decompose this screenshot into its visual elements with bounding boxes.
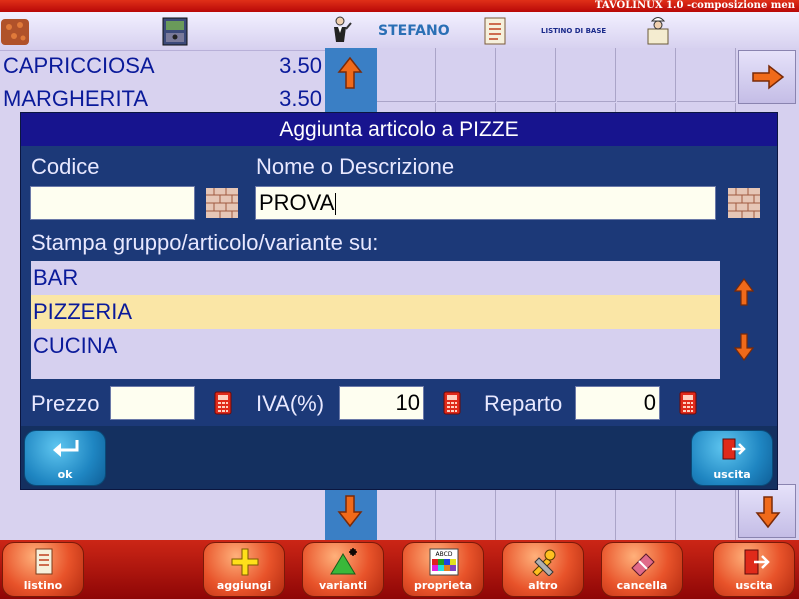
grid-cell[interactable] bbox=[677, 488, 736, 542]
list-up-arrow-icon[interactable] bbox=[734, 277, 754, 307]
plus-icon bbox=[231, 548, 259, 576]
waiter-name: STEFANO bbox=[378, 23, 450, 39]
grid-cell[interactable] bbox=[677, 48, 736, 102]
nome-field[interactable]: PROVA bbox=[255, 186, 716, 220]
svg-text:ABCD: ABCD bbox=[436, 551, 453, 558]
enter-arrow-icon bbox=[53, 440, 79, 457]
prezzo-label: Prezzo bbox=[31, 391, 100, 416]
list-item[interactable]: PIZZERIA bbox=[31, 295, 720, 329]
exit-door-icon bbox=[722, 438, 746, 460]
uscita-dialog-button[interactable]: uscita bbox=[691, 430, 773, 486]
varianti-button[interactable]: varianti bbox=[302, 542, 384, 597]
menu-list-icon[interactable] bbox=[480, 15, 510, 47]
top-toolbar: STEFANO LISTINO DI BASE bbox=[0, 12, 799, 51]
app-title: TAVOLINUX 1.0 -composizione men bbox=[595, 0, 795, 11]
dialog-footer: ok uscita bbox=[21, 426, 777, 489]
add-item-dialog: Aggiunta articolo a PIZZE Codice Nome o … bbox=[20, 112, 778, 490]
grid-cell[interactable] bbox=[617, 488, 676, 542]
altro-button[interactable]: altro bbox=[502, 542, 584, 597]
scroll-down-arrow-icon[interactable] bbox=[337, 494, 363, 528]
grid-scroll-down-button[interactable] bbox=[738, 484, 796, 538]
product-name: MARGHERITA bbox=[3, 86, 149, 111]
cancella-button[interactable]: cancella bbox=[601, 542, 683, 597]
down-arrow-icon bbox=[755, 496, 781, 529]
nome-field-value: PROVA bbox=[259, 190, 335, 215]
list-item[interactable]: CAPRICCIOSA 3.50 bbox=[0, 53, 326, 79]
title-bar: TAVOLINUX 1.0 -composizione men bbox=[0, 0, 799, 12]
chef-icon[interactable] bbox=[643, 15, 673, 47]
text-cursor bbox=[335, 193, 337, 216]
calculator-icon[interactable] bbox=[213, 391, 233, 415]
grid-cell[interactable] bbox=[617, 48, 676, 102]
grid-cell[interactable] bbox=[437, 48, 496, 102]
product-name: CAPRICCIOSA bbox=[3, 53, 155, 78]
listino-button[interactable]: listino bbox=[2, 542, 84, 597]
list-item[interactable]: MARGHERITA 3.50 bbox=[0, 86, 326, 112]
triangle-plus-icon bbox=[330, 548, 357, 575]
printer-list[interactable]: BAR PIZZERIA CUCINA bbox=[31, 261, 720, 379]
menu-list-icon bbox=[35, 548, 53, 575]
uscita-label: uscita bbox=[735, 579, 773, 592]
dialog-title: Aggiunta articolo a PIZZE bbox=[21, 113, 777, 146]
grid-cell[interactable] bbox=[377, 48, 436, 102]
waiter-icon[interactable] bbox=[325, 15, 355, 47]
ok-button[interactable]: ok bbox=[24, 430, 106, 486]
keyboard-brick-icon[interactable] bbox=[728, 188, 760, 218]
product-price: 3.50 bbox=[279, 86, 322, 111]
keyboard-brick-icon[interactable] bbox=[206, 188, 238, 218]
tools-icon bbox=[532, 549, 556, 576]
grid-cell[interactable] bbox=[497, 48, 556, 102]
uscita-label: uscita bbox=[713, 468, 751, 481]
grid-cell[interactable] bbox=[437, 488, 496, 542]
reparto-field[interactable]: 0 bbox=[575, 386, 660, 420]
next-page-button[interactable] bbox=[738, 50, 796, 104]
color-palette-icon: ABCD bbox=[429, 548, 459, 576]
ok-label: ok bbox=[57, 468, 73, 481]
varianti-label: varianti bbox=[318, 579, 368, 592]
listino-label: listino bbox=[23, 579, 63, 592]
scroll-up-arrow-icon[interactable] bbox=[337, 56, 363, 90]
cash-register-icon[interactable] bbox=[160, 15, 190, 47]
list-down-arrow-icon[interactable] bbox=[734, 332, 754, 362]
stampa-label: Stampa gruppo/articolo/variante su: bbox=[31, 230, 379, 255]
aggiungi-label: aggiungi bbox=[216, 579, 272, 592]
nome-label: Nome o Descrizione bbox=[256, 154, 455, 179]
price-list-label: LISTINO DI BASE bbox=[541, 27, 607, 35]
codice-label: Codice bbox=[31, 154, 100, 179]
calculator-icon[interactable] bbox=[442, 391, 462, 415]
right-arrow-icon bbox=[752, 64, 785, 90]
proprieta-button[interactable]: ABCD proprieta bbox=[402, 542, 484, 597]
exit-door-icon bbox=[744, 549, 770, 575]
altro-label: altro bbox=[528, 579, 558, 592]
eraser-icon bbox=[631, 553, 655, 576]
grid-cell[interactable] bbox=[497, 488, 556, 542]
list-item[interactable]: CUCINA bbox=[31, 329, 720, 363]
grid-cell[interactable] bbox=[557, 488, 616, 542]
grid-cell[interactable] bbox=[557, 48, 616, 102]
proprieta-label: proprieta bbox=[413, 579, 473, 592]
iva-label: IVA(%) bbox=[256, 391, 325, 416]
prezzo-field[interactable] bbox=[110, 386, 195, 420]
iva-field[interactable]: 10 bbox=[339, 386, 424, 420]
reparto-label: Reparto bbox=[484, 391, 563, 416]
calculator-icon[interactable] bbox=[678, 391, 698, 415]
pizza-category-icon[interactable] bbox=[0, 15, 30, 47]
grid-cell[interactable] bbox=[377, 488, 436, 542]
bottom-toolbar: listino aggiungi varianti ABCD proprieta bbox=[0, 540, 799, 599]
codice-field[interactable] bbox=[30, 186, 195, 220]
list-item[interactable]: BAR bbox=[31, 261, 720, 295]
aggiungi-button[interactable]: aggiungi bbox=[203, 542, 285, 597]
uscita-button[interactable]: uscita bbox=[713, 542, 795, 597]
cancella-label: cancella bbox=[616, 579, 668, 592]
product-price: 3.50 bbox=[279, 53, 322, 78]
